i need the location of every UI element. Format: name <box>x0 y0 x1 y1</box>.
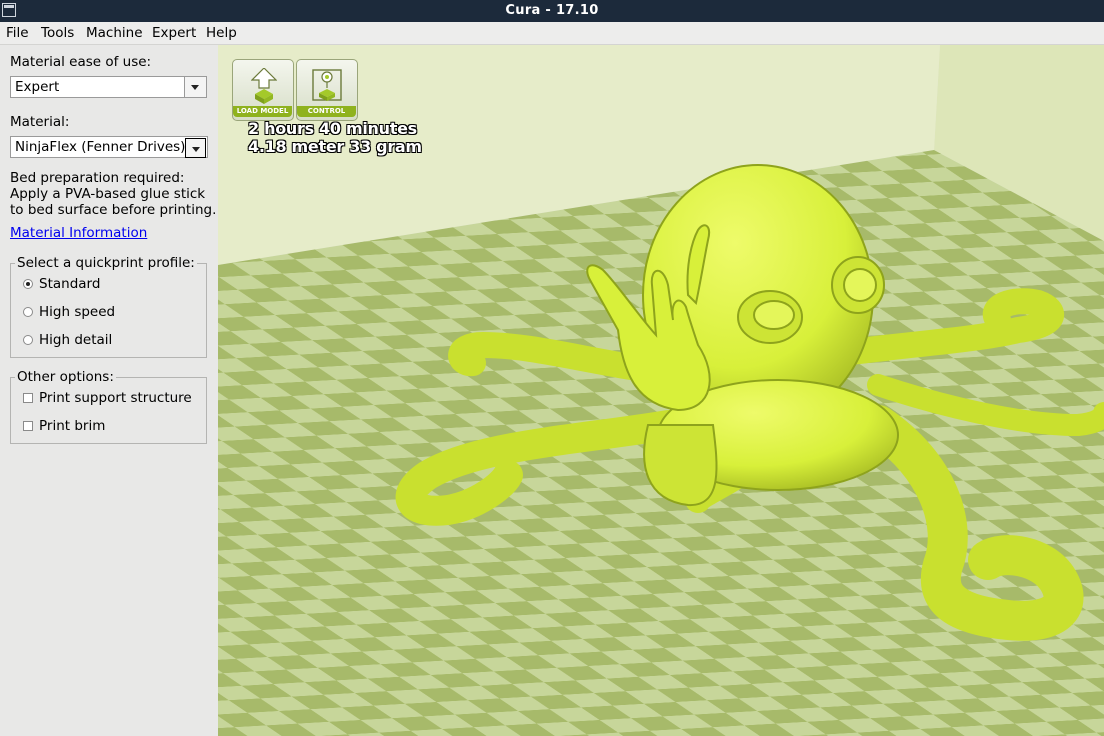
checkbox-print-brim-label: Print brim <box>39 418 106 434</box>
material-label: Material: <box>10 114 70 130</box>
other-options-group: Other options: Print support structure P… <box>10 369 207 444</box>
menu-machine[interactable]: Machine <box>86 25 143 41</box>
bed-line-3: to bed surface before printing. <box>10 202 217 218</box>
title-bar: Cura - 17.10 <box>0 0 1104 22</box>
material-information-link[interactable]: Material Information <box>10 225 147 241</box>
radio-icon[interactable] <box>23 307 33 317</box>
ease-label: Material ease of use: <box>10 54 152 70</box>
chevron-down-icon[interactable] <box>185 138 206 158</box>
checkbox-print-support-label: Print support structure <box>39 390 192 406</box>
menu-tools[interactable]: Tools <box>41 25 74 41</box>
radio-high-detail-label: High detail <box>39 332 113 348</box>
ease-select[interactable]: Expert <box>10 76 207 98</box>
material-select[interactable]: NinjaFlex (Fenner Drives) <box>10 136 208 158</box>
control-button[interactable]: CONTROL <box>296 59 358 121</box>
radio-standard-label: Standard <box>39 276 101 292</box>
bed-preparation-text: Bed preparation required: Apply a PVA-ba… <box>10 170 216 218</box>
load-model-caption: LOAD MODEL <box>233 106 292 117</box>
upload-icon <box>251 68 277 104</box>
radio-high-speed-label: High speed <box>39 304 116 320</box>
other-options-legend: Other options: <box>15 369 116 385</box>
quickprint-legend: Select a quickprint profile: <box>15 255 197 271</box>
checkbox-icon[interactable] <box>23 393 33 403</box>
control-icon <box>312 69 342 101</box>
menu-expert[interactable]: Expert <box>152 25 196 41</box>
settings-panel: Material ease of use: Expert Material: N… <box>0 45 218 736</box>
print-time-text: 2 hours 40 minutes <box>248 119 417 138</box>
radio-icon[interactable] <box>23 335 33 345</box>
quickprint-group: Select a quickprint profile: Standard Hi… <box>10 255 207 358</box>
material-select-value: NinjaFlex (Fenner Drives) <box>15 139 186 155</box>
checkbox-icon[interactable] <box>23 421 33 431</box>
ease-select-value: Expert <box>15 79 60 95</box>
control-caption: CONTROL <box>297 106 356 117</box>
load-model-button[interactable]: LOAD MODEL <box>232 59 294 121</box>
menu-file[interactable]: File <box>6 25 29 41</box>
chevron-down-icon[interactable] <box>184 77 206 97</box>
menu-bar: File Tools Machine Expert Help <box>0 22 1104 45</box>
window-title: Cura - 17.10 <box>505 3 599 18</box>
bed-line-1: Bed preparation required: <box>10 170 185 186</box>
bed-line-2: Apply a PVA-based glue stick <box>10 186 206 202</box>
3d-viewport[interactable]: LOAD MODEL CONTROL 2 hours 40 minutes 4.… <box>218 45 1104 736</box>
menu-help[interactable]: Help <box>206 25 237 41</box>
radio-selected-icon[interactable] <box>23 279 33 289</box>
print-usage-text: 4.18 meter 33 gram <box>248 137 422 156</box>
